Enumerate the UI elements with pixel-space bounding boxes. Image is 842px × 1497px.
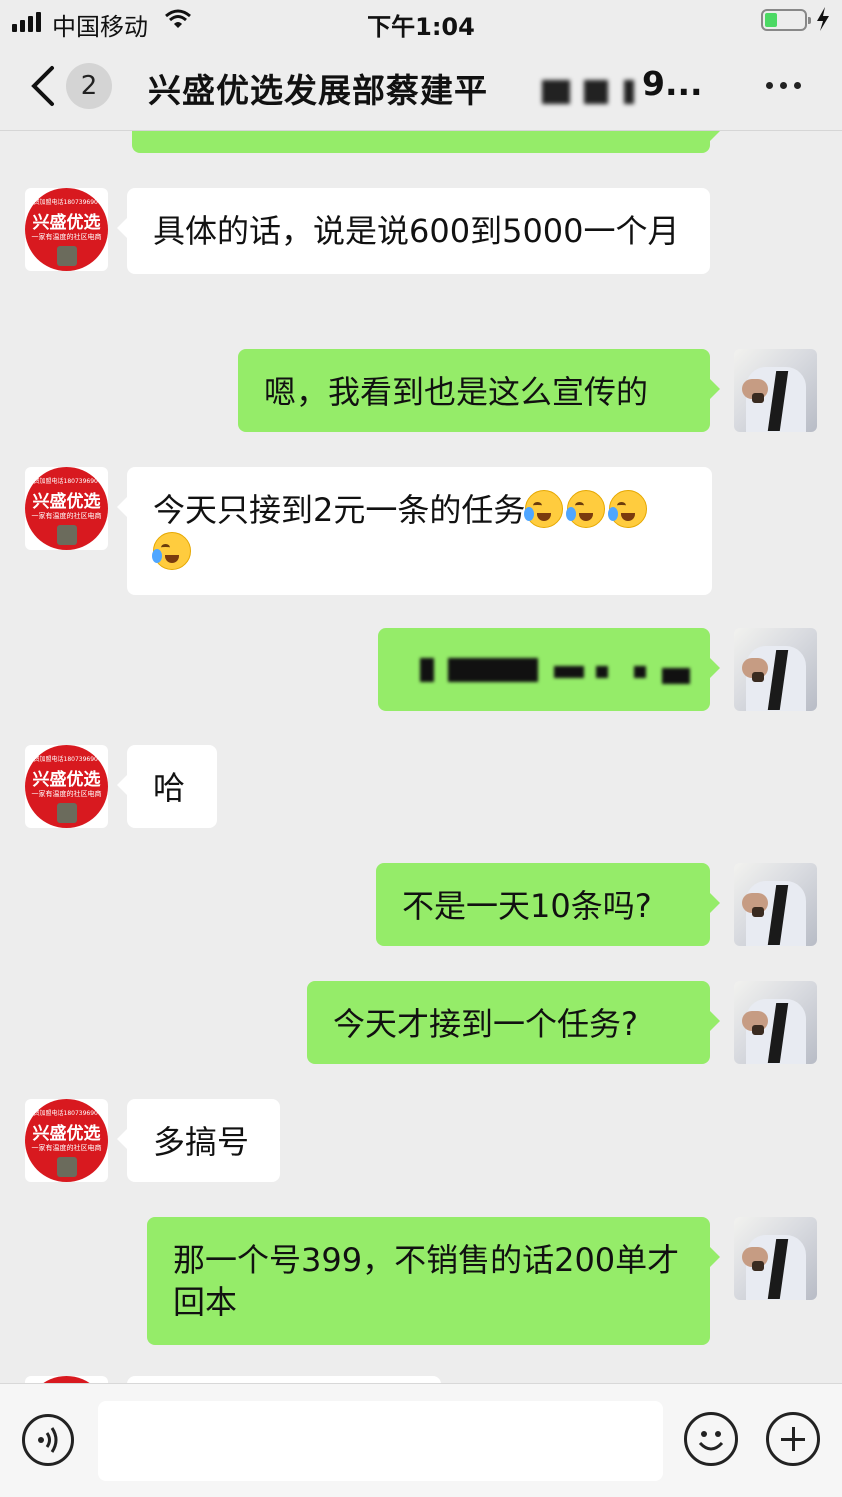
contact-avatar[interactable]: 免费加盟电话18073969007 兴盛优选 一家有温度的社区电商 — [25, 467, 108, 550]
redaction-mark — [596, 666, 608, 678]
chat-header: 2 兴盛优选发展部蔡建平 9... — [0, 42, 842, 131]
contact-avatar[interactable]: 免费加盟电话18073969007 兴盛优选 一家有温度的社区电商 — [25, 745, 108, 828]
contact-avatar[interactable] — [25, 1376, 108, 1383]
smiley-icon[interactable] — [684, 1412, 738, 1466]
redaction-mark — [554, 666, 584, 678]
message-input[interactable] — [98, 1401, 663, 1481]
chevron-left-icon[interactable] — [28, 64, 58, 108]
redacted-title-part — [542, 80, 570, 104]
redacted-title-part — [584, 80, 608, 104]
my-avatar[interactable] — [734, 628, 817, 711]
chat-title: 兴盛优选发展部蔡建平 — [148, 71, 488, 110]
message-bubble-partial — [127, 1376, 441, 1383]
chat-title-tail: 9... — [642, 64, 703, 103]
message-bubble-outgoing[interactable]: 今天才接到一个任务? — [307, 981, 720, 1064]
message-text: 今天才接到一个任务? — [333, 1005, 638, 1043]
message-text: 不是一天10条吗? — [402, 887, 652, 925]
charging-icon — [817, 7, 829, 31]
unread-count-badge[interactable]: 2 — [66, 63, 112, 109]
contact-avatar[interactable]: 免费加盟电话18073969007 兴盛优选 一家有温度的社区电商 — [25, 188, 108, 271]
crying-laughing-emoji — [566, 490, 606, 528]
message-bubble-outgoing[interactable]: 那一个号399，不销售的话200单才回本 — [147, 1217, 720, 1345]
more-dots-icon[interactable] — [766, 82, 801, 89]
crying-laughing-emoji — [608, 490, 648, 528]
redacted-title-part — [624, 80, 634, 104]
message-bubble-outgoing[interactable]: 不是一天10条吗? — [376, 863, 720, 946]
redaction-mark — [662, 668, 690, 684]
clock: 下午1:04 — [367, 13, 475, 41]
plus-icon[interactable] — [766, 1412, 820, 1466]
crying-laughing-emoji — [152, 532, 191, 570]
input-bar — [0, 1383, 842, 1497]
message-text: 那一个号399，不销售的话200单才回本 — [173, 1241, 680, 1321]
redaction-mark — [420, 658, 434, 682]
redaction-mark — [634, 666, 646, 678]
crying-laughing-emoji — [524, 490, 564, 528]
message-bubble-outgoing[interactable]: 嗯，我看到也是这么宣传的 — [238, 349, 720, 432]
message-bubble-incoming[interactable]: 多搞号 — [117, 1099, 280, 1182]
message-bubble-incoming[interactable]: 今天只接到2元一条的任务 — [117, 467, 712, 595]
redaction-mark — [448, 658, 538, 682]
status-bar: 中国移动 下午1:04 — [0, 0, 842, 42]
battery-icon — [761, 9, 811, 31]
message-bubble-incoming[interactable]: 具体的话，说是说600到5000一个月 — [117, 188, 710, 274]
contact-avatar[interactable]: 免费加盟电话18073969007 兴盛优选 一家有温度的社区电商 — [25, 1099, 108, 1182]
my-avatar[interactable] — [734, 1217, 817, 1300]
my-avatar[interactable] — [734, 349, 817, 432]
voice-icon[interactable] — [22, 1414, 74, 1466]
message-bubble-incoming[interactable]: 哈 — [117, 745, 217, 828]
my-avatar[interactable] — [734, 863, 817, 946]
message-bubble-partial — [132, 131, 720, 153]
message-text: 具体的话，说是说600到5000一个月 — [153, 212, 680, 250]
message-list[interactable]: 免费加盟电话18073969007 兴盛优选 一家有温度的社区电商 具体的话，说… — [0, 131, 842, 1383]
message-text: 嗯，我看到也是这么宣传的 — [264, 373, 649, 411]
my-avatar[interactable] — [734, 981, 817, 1064]
message-bubble-outgoing-redacted[interactable] — [378, 628, 720, 711]
message-text: 今天只接到2元一条的任务 — [153, 491, 526, 529]
message-text: 哈 — [153, 769, 186, 807]
message-text: 多搞号 — [153, 1123, 250, 1161]
